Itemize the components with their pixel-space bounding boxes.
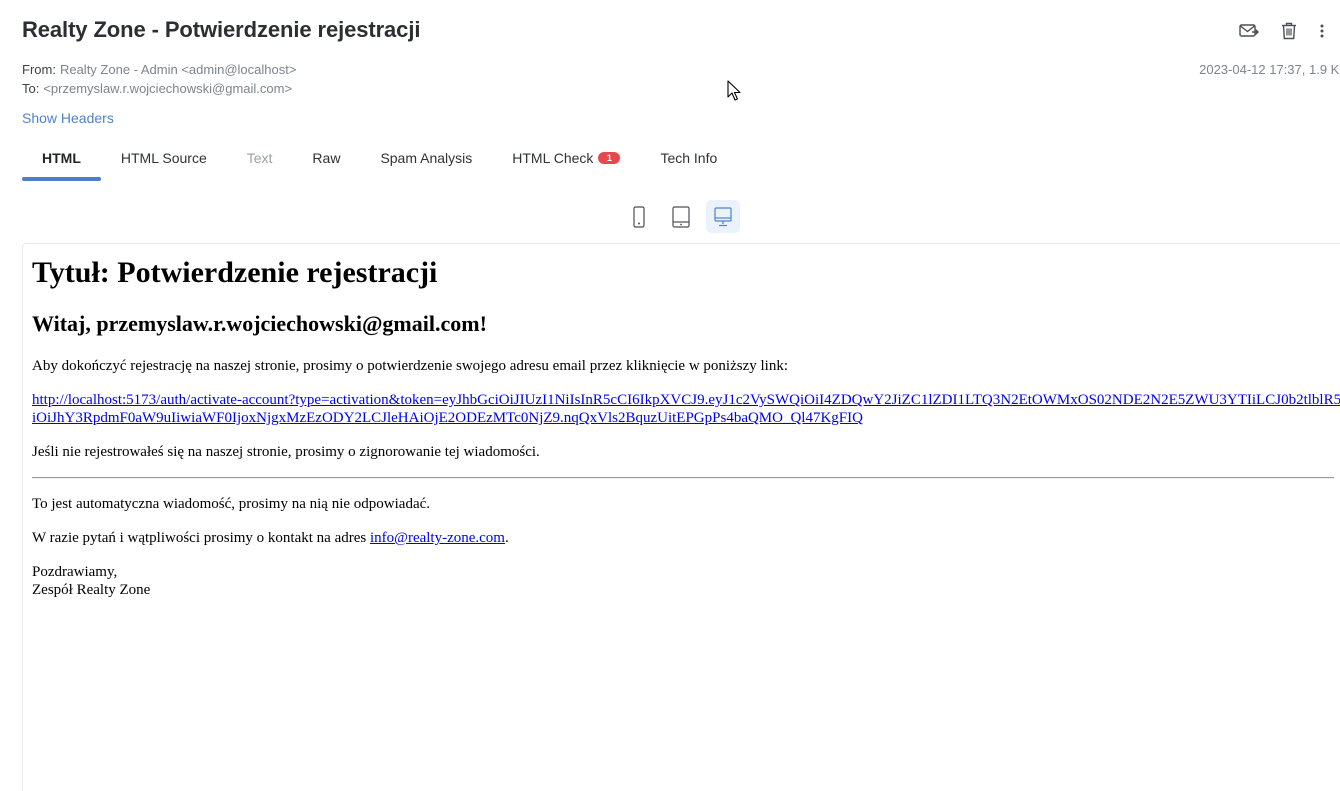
tab-html-source[interactable]: HTML Source [101, 138, 227, 178]
email-sign-off: Pozdrawiamy, Zespół Realty Zone [32, 563, 1340, 599]
email-ignore-note: Jeśli nie rejestrowałeś się na naszej st… [32, 444, 540, 460]
email-contact-line: W razie pytań i wątpliwości prosimy o ko… [32, 529, 1340, 547]
tab-text: Text [227, 138, 293, 178]
mouse-pointer-icon [727, 80, 741, 101]
more-icon[interactable] [1312, 20, 1332, 42]
from-line: From: Realty Zone - Admin <admin@localhos… [22, 62, 296, 77]
email-divider [32, 477, 1334, 479]
tab-label: HTML Check [512, 150, 594, 166]
tab-html-check[interactable]: HTML Check 1 [492, 138, 640, 178]
email-title: Tytuł: Potwierdzenie rejestracji [32, 256, 438, 289]
view-tabs: HTML HTML Source Text Raw Spam Analysis … [22, 138, 737, 182]
release-icon[interactable] [1232, 20, 1266, 42]
email-body: Tytuł: Potwierdzenie rejestracji Witaj, … [32, 244, 1340, 599]
tab-html[interactable]: HTML [22, 138, 101, 181]
message-actions [1232, 20, 1332, 42]
tablet-preview-button[interactable] [664, 200, 698, 233]
email-greeting: Witaj, przemyslaw.r.wojciechowski@gmail.… [32, 311, 487, 336]
tab-label: Text [246, 150, 273, 166]
to-value: <przemyslaw.r.wojciechowski@gmail.com> [43, 81, 293, 96]
preview-size-selector [622, 200, 740, 233]
desktop-icon [714, 206, 732, 226]
to-label: To: [22, 81, 40, 96]
email-auto-note: To jest automatyczna wiadomość, prosimy … [32, 496, 431, 512]
delete-icon[interactable] [1272, 20, 1306, 42]
sign-off-text: Pozdrawiamy, [32, 564, 118, 580]
contact-prefix: W razie pytań i wątpliwości prosimy o ko… [32, 530, 370, 546]
desktop-preview-button[interactable] [706, 200, 740, 233]
tablet-icon [672, 205, 690, 228]
phone-icon [633, 205, 645, 228]
to-line: To: <przemyslaw.r.wojciechowski@gmail.com… [22, 81, 292, 96]
email-preview-frame: Tytuł: Potwierdzenie rejestracji Witaj, … [22, 243, 1340, 791]
message-view: Realty Zone - Potwierdzenie rejestracji [0, 0, 1340, 791]
tab-label: HTML [42, 150, 81, 166]
contact-suffix: . [504, 530, 509, 546]
tab-label: Spam Analysis [380, 150, 473, 166]
tab-label: Raw [312, 150, 341, 166]
from-label: From: [22, 62, 56, 77]
tab-label: Tech Info [660, 150, 718, 166]
signature-text: Zespół Realty Zone [32, 582, 151, 598]
contact-email-link[interactable]: info@realty-zone.com [370, 530, 505, 546]
activation-link[interactable]: http://localhost:5173/auth/activate-acco… [32, 391, 1340, 427]
tab-spam-analysis[interactable]: Spam Analysis [360, 138, 492, 178]
message-subject: Realty Zone - Potwierdzenie rejestracji [22, 17, 421, 42]
phone-preview-button[interactable] [622, 200, 656, 233]
show-headers-link[interactable]: Show Headers [22, 110, 114, 126]
tab-raw[interactable]: Raw [292, 138, 360, 178]
tab-tech-info[interactable]: Tech Info [640, 138, 737, 178]
html-check-count-badge: 1 [598, 152, 621, 164]
from-value: Realty Zone - Admin <admin@localhost> [59, 62, 297, 77]
tab-label: HTML Source [120, 150, 207, 166]
email-intro: Aby dokończyć rejestrację na naszej stro… [32, 358, 788, 374]
message-date-size: 2023-04-12 17:37, 1.9 KB [1199, 62, 1340, 77]
